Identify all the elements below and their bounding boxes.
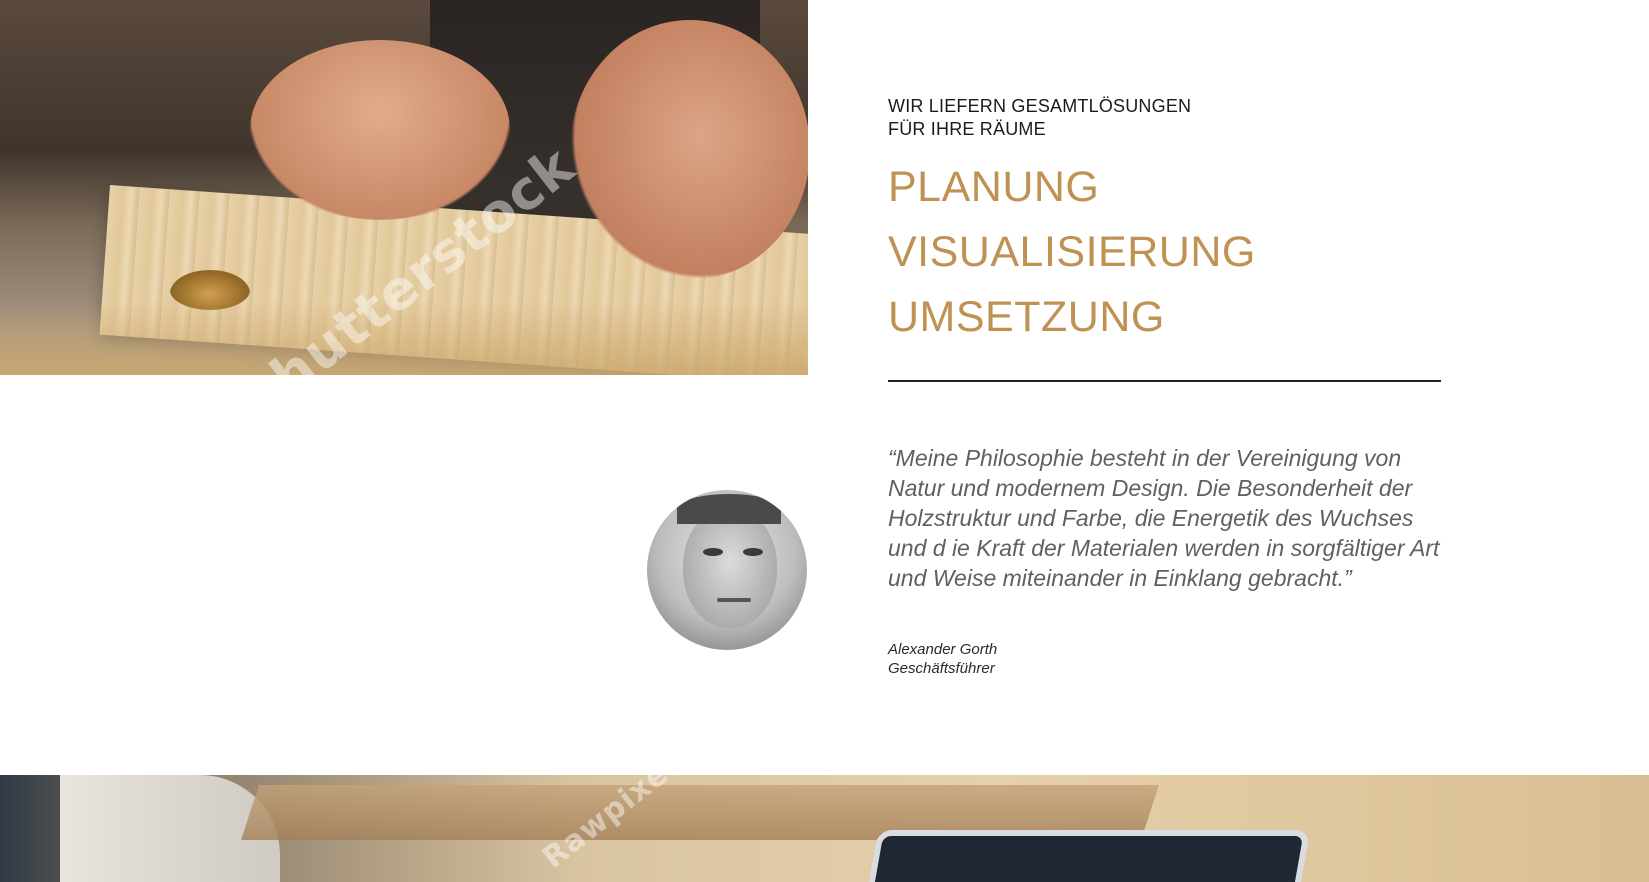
intro-eyebrow: WIR LIEFERN GESAMTLÖSUNGEN FÜR IHRE RÄUM… — [888, 95, 1191, 141]
author-avatar — [647, 490, 807, 650]
service-visualisierung: VISUALISIERUNG — [888, 228, 1256, 276]
testimonial-quote: “Meine Philosophie besteht in der Verein… — [888, 445, 1440, 591]
content-card: WIR LIEFERN GESAMTLÖSUNGEN FÜR IHRE RÄUM… — [808, 15, 1649, 775]
service-umsetzung: UMSETZUNG — [888, 293, 1165, 341]
tablet-device — [861, 830, 1311, 882]
eyebrow-line-2: FÜR IHRE RÄUME — [888, 119, 1046, 139]
avatar-hair — [677, 494, 781, 524]
testimonial-author: Alexander Gorth Geschäftsführer — [888, 640, 997, 678]
avatar-face — [683, 508, 777, 628]
services-list: PLANUNG VISUALISIERUNG UMSETZUNG — [888, 155, 1256, 350]
author-role: Geschäftsführer — [888, 660, 995, 677]
bottom-workshop-photo: Rawpixel — [0, 775, 1649, 882]
avatar-eye-right — [743, 548, 763, 556]
hero-woodworking-photo: shutterstock — [0, 0, 808, 375]
avatar-mouth — [717, 598, 751, 602]
author-name: Alexander Gorth — [888, 641, 998, 658]
avatar-eye-left — [703, 548, 723, 556]
service-planung: PLANUNG — [888, 163, 1100, 211]
eyebrow-line-1: WIR LIEFERN GESAMTLÖSUNGEN — [888, 96, 1192, 116]
section-divider — [888, 380, 1441, 382]
right-hand — [570, 20, 808, 280]
